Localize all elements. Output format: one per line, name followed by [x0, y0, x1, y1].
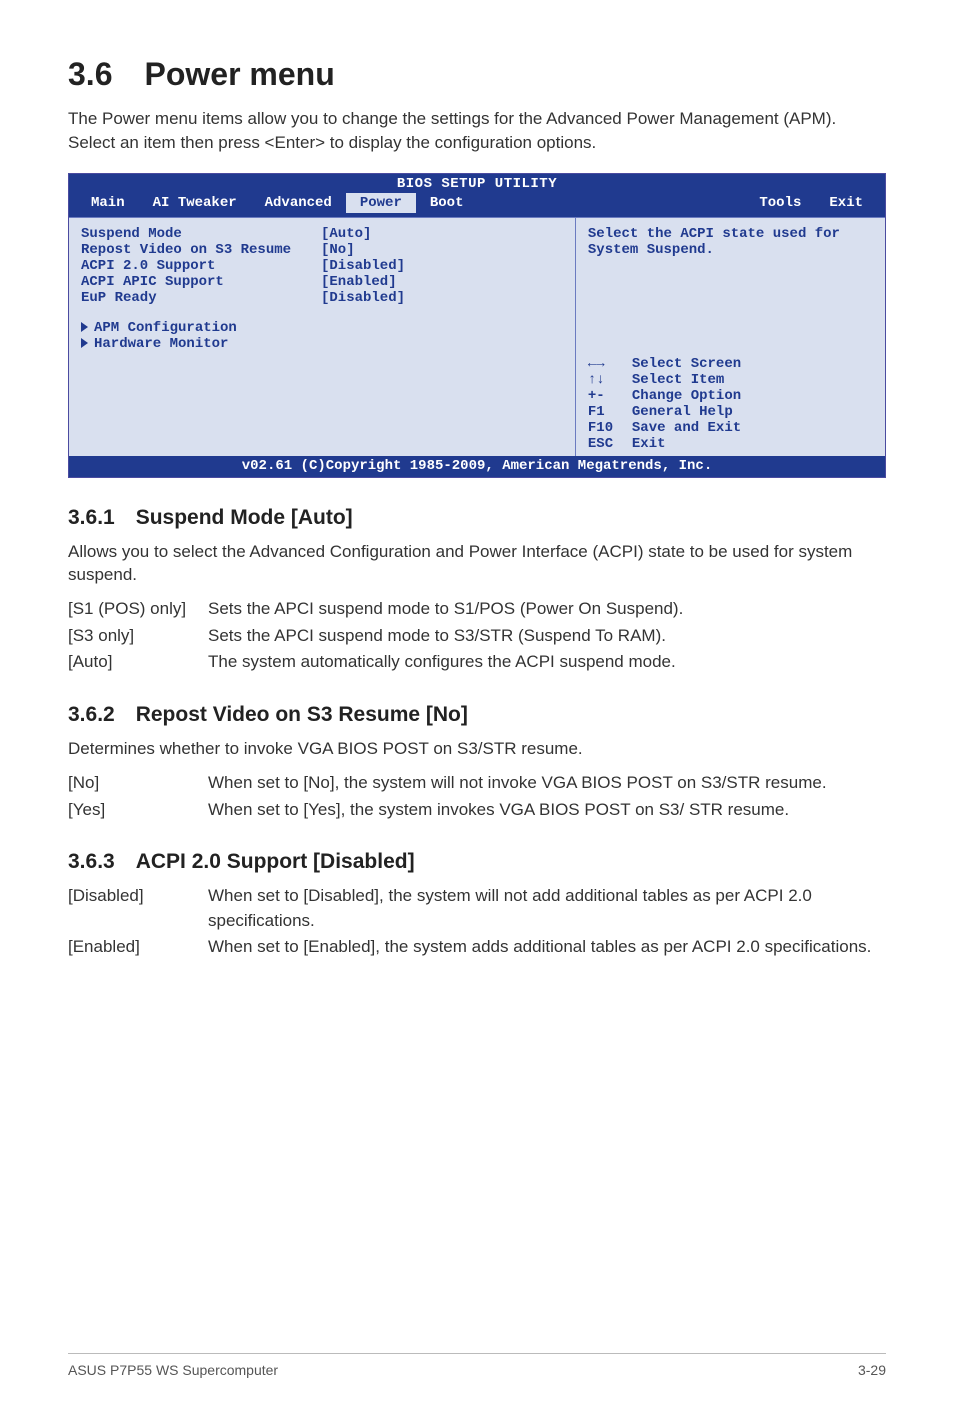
bios-tab-ai: AI Tweaker	[139, 193, 251, 213]
help-row: F10Save and Exit	[588, 420, 875, 436]
help-row: +-Change Option	[588, 388, 875, 404]
bios-submenu-group: APM Configuration Hardware Monitor	[81, 320, 565, 352]
bios-tab-tools: Tools	[745, 193, 815, 213]
help-key: F1	[588, 404, 632, 420]
bios-item-eup: EuP Ready [Disabled]	[81, 290, 565, 306]
footer-left: ASUS P7P55 WS Supercomputer	[68, 1362, 278, 1378]
help-key: ←→	[588, 356, 632, 372]
bios-item-label: ACPI 2.0 Support	[81, 258, 321, 274]
bios-item-value: [Auto]	[321, 226, 371, 242]
bios-item-label: EuP Ready	[81, 290, 321, 306]
opt-key: [Disabled]	[68, 884, 208, 933]
bios-left-pane: Suspend Mode [Auto] Repost Video on S3 R…	[69, 218, 575, 456]
help-value: General Help	[632, 404, 733, 420]
bios-submenu-hw: Hardware Monitor	[81, 336, 565, 352]
bios-item-suspend: Suspend Mode [Auto]	[81, 226, 565, 242]
intro-text: The Power menu items allow you to change…	[68, 107, 886, 155]
bios-item-acpi20: ACPI 2.0 Support [Disabled]	[81, 258, 565, 274]
opt-key: [No]	[68, 771, 208, 796]
help-row: ←→Select Screen	[588, 356, 875, 372]
opt-key: [Enabled]	[68, 935, 208, 960]
help-row: F1General Help	[588, 404, 875, 420]
bios-item-label: ACPI APIC Support	[81, 274, 321, 290]
help-key: ESC	[588, 436, 632, 452]
help-key: +-	[588, 388, 632, 404]
opt-enabled: [Enabled]When set to [Enabled], the syst…	[68, 935, 886, 960]
help-value: Select Screen	[632, 356, 741, 372]
opt-val: Sets the APCI suspend mode to S1/POS (Po…	[208, 597, 886, 622]
help-key: ↑↓	[588, 372, 632, 388]
bios-help-keys: ←→Select Screen ↑↓Select Item +-Change O…	[588, 356, 875, 452]
para-361: Allows you to select the Advanced Config…	[68, 540, 886, 588]
help-key: F10	[588, 420, 632, 436]
bios-item-value: [Disabled]	[321, 290, 405, 306]
bios-tab-row: Main AI Tweaker Advanced Power Boot Tool…	[69, 193, 885, 217]
bios-tab-exit: Exit	[815, 193, 877, 213]
opt-no: [No]When set to [No], the system will no…	[68, 771, 886, 796]
bios-tab-main: Main	[77, 193, 139, 213]
heading-361: 3.6.1 Suspend Mode [Auto]	[68, 506, 886, 530]
bios-footer: v02.61 (C)Copyright 1985-2009, American …	[69, 456, 885, 477]
opt-s3only: [S3 only]Sets the APCI suspend mode to S…	[68, 624, 886, 649]
help-value: Exit	[632, 436, 666, 452]
opt-s1pos: [S1 (POS) only]Sets the APCI suspend mod…	[68, 597, 886, 622]
opt-key: [Auto]	[68, 650, 208, 675]
footer-right: 3-29	[858, 1362, 886, 1378]
opt-key: [Yes]	[68, 798, 208, 823]
opt-auto: [Auto]The system automatically configure…	[68, 650, 886, 675]
bios-item-acpi-apic: ACPI APIC Support [Enabled]	[81, 274, 565, 290]
triangle-icon	[81, 322, 88, 332]
bios-screenshot: BIOS SETUP UTILITY Main AI Tweaker Advan…	[68, 173, 886, 478]
bios-item-value: [No]	[321, 242, 355, 258]
opt-val: When set to [Yes], the system invokes VG…	[208, 798, 886, 823]
bios-body: Suspend Mode [Auto] Repost Video on S3 R…	[69, 217, 885, 456]
opt-val: When set to [Enabled], the system adds a…	[208, 935, 886, 960]
opt-key: [S1 (POS) only]	[68, 597, 208, 622]
heading-362: 3.6.2 Repost Video on S3 Resume [No]	[68, 703, 886, 727]
opt-val: When set to [Disabled], the system will …	[208, 884, 886, 933]
bios-item-value: [Disabled]	[321, 258, 405, 274]
bios-tab-power: Power	[346, 193, 416, 213]
bios-submenu-apm: APM Configuration	[81, 320, 565, 336]
help-value: Select Item	[632, 372, 724, 388]
help-row: ↑↓Select Item	[588, 372, 875, 388]
bios-item-label: Repost Video on S3 Resume	[81, 242, 321, 258]
bios-tab-advanced: Advanced	[251, 193, 346, 213]
para-362: Determines whether to invoke VGA BIOS PO…	[68, 737, 886, 761]
opt-val: Sets the APCI suspend mode to S3/STR (Su…	[208, 624, 886, 649]
bios-submenu-label: Hardware Monitor	[94, 336, 228, 352]
opt-disabled: [Disabled]When set to [Disabled], the sy…	[68, 884, 886, 933]
opt-val: When set to [No], the system will not in…	[208, 771, 886, 796]
tab-spacer	[477, 193, 745, 213]
triangle-icon	[81, 338, 88, 348]
bios-tab-boot: Boot	[416, 193, 478, 213]
page-footer: ASUS P7P55 WS Supercomputer 3-29	[68, 1353, 886, 1378]
opt-val: The system automatically configures the …	[208, 650, 886, 675]
help-value: Save and Exit	[632, 420, 741, 436]
opt-key: [S3 only]	[68, 624, 208, 649]
bios-submenu-label: APM Configuration	[94, 320, 237, 336]
heading-363: 3.6.3 ACPI 2.0 Support [Disabled]	[68, 850, 886, 874]
help-row: ESCExit	[588, 436, 875, 452]
opt-yes: [Yes]When set to [Yes], the system invok…	[68, 798, 886, 823]
bios-right-pane: Select the ACPI state used for System Su…	[575, 218, 885, 456]
bios-item-label: Suspend Mode	[81, 226, 321, 242]
bios-item-repost: Repost Video on S3 Resume [No]	[81, 242, 565, 258]
bios-help-description: Select the ACPI state used for System Su…	[588, 226, 875, 258]
bios-header: BIOS SETUP UTILITY	[69, 174, 885, 193]
bios-item-value: [Enabled]	[321, 274, 397, 290]
page-title: 3.6 Power menu	[68, 56, 886, 93]
help-value: Change Option	[632, 388, 741, 404]
